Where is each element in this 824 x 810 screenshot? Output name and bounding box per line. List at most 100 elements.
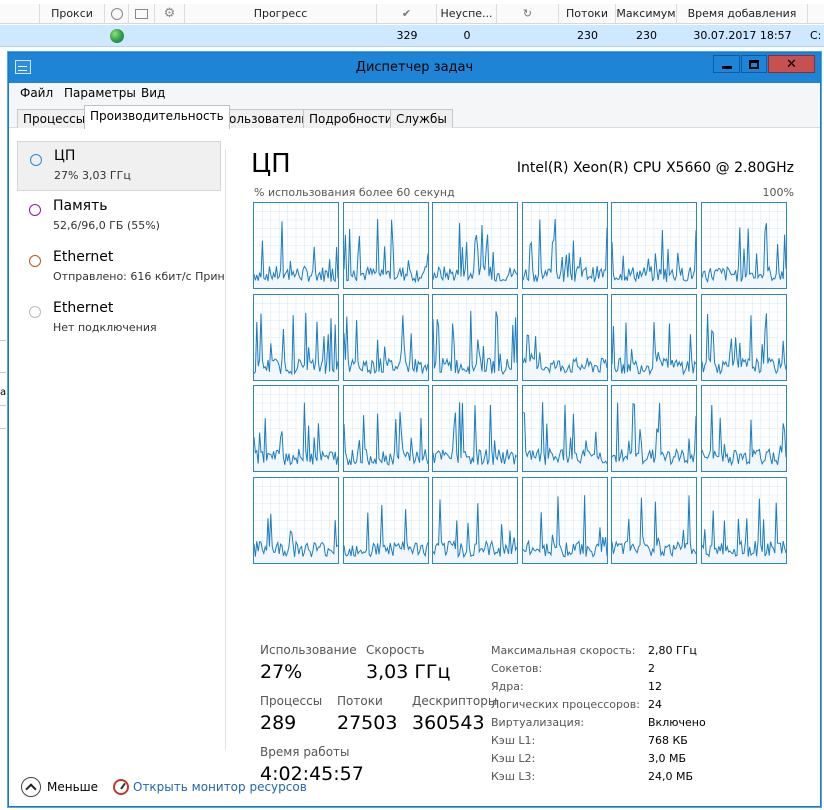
bg-divider — [0, 340, 6, 341]
spec-value: Включено — [648, 716, 706, 729]
sidebar-item-subtitle: 52,6/96,0 ГБ (55%) — [53, 219, 160, 232]
spec-value: 2,80 ГГц — [648, 644, 697, 657]
sidebar-divider — [225, 149, 226, 750]
bg-col-failed[interactable]: Неуспе... — [437, 4, 497, 24]
title-bar[interactable]: Диспетчер задач ✕ — [9, 53, 820, 83]
sidebar-item-ethernet-2[interactable]: Ethernet Нет подключения — [17, 294, 221, 344]
sidebar-item-subtitle: 27% 3,03 ГГц — [54, 169, 131, 182]
cpu-core-graph — [342, 385, 429, 472]
uptime-label: Время работы — [260, 745, 350, 759]
footer: Меньше Открыть монитор ресурсов — [9, 763, 820, 807]
cpu-core-graph — [521, 385, 608, 472]
windows-icon — [135, 9, 148, 19]
bg-col-retry-icon[interactable]: ↻ — [497, 4, 559, 24]
cpu-core-graph — [700, 385, 787, 472]
gear-icon: ⚙ — [163, 6, 176, 21]
cpu-core-graph — [611, 202, 697, 289]
sidebar-item-cpu[interactable]: ЦП 27% 3,03 ГГц — [17, 141, 221, 191]
cpu-core-graph — [521, 202, 608, 289]
sidebar-item-ethernet-1[interactable]: Ethernet Отправлено: 616 кбит/с Приня — [17, 243, 224, 293]
bg-cell-success: 329 — [396, 29, 418, 42]
maximize-button[interactable] — [741, 55, 767, 73]
cpu-indicator-icon — [30, 154, 42, 166]
cpu-core-graph — [342, 202, 429, 289]
ethernet-indicator-icon — [29, 255, 41, 267]
background-table-row[interactable]: 329 0 230 230 30.07.2017 18:57 C: — [0, 25, 824, 47]
spec-label: Максимальная скорость: — [491, 644, 636, 657]
sidebar-item-title: Ethernet — [53, 300, 114, 316]
memory-indicator-icon — [29, 204, 41, 216]
cpu-core-graph — [253, 476, 339, 564]
cpu-core-graph — [700, 202, 787, 289]
spec-label: Сокетов: — [491, 662, 543, 675]
bg-divider — [0, 405, 6, 406]
cpu-core-graph — [432, 293, 518, 381]
minimize-button[interactable] — [713, 55, 740, 73]
maximize-icon — [749, 59, 759, 69]
sidebar-item-memory[interactable]: Память 52,6/96,0 ГБ (55%) — [17, 192, 221, 242]
menu-file[interactable]: Файл — [20, 86, 53, 100]
fewer-details-button[interactable]: Меньше — [47, 780, 98, 794]
bg-header-spacer — [0, 4, 40, 24]
bg-divider — [0, 428, 6, 429]
spec-label: Виртуализация: — [491, 716, 585, 729]
menu-bar: Файл Параметры Вид — [9, 83, 820, 103]
bg-col-threads[interactable]: Потоки — [559, 4, 616, 24]
window-title: Диспетчер задач — [355, 60, 474, 75]
cpu-core-graph — [253, 385, 339, 472]
tab-details[interactable]: Подробности — [303, 109, 399, 128]
cpu-core-graph — [611, 476, 697, 564]
threads-value: 27503 — [337, 712, 398, 734]
cpu-core-graph — [700, 476, 787, 564]
usage-label: Использование — [260, 643, 357, 657]
page-title: ЦП — [251, 149, 291, 179]
sidebar-item-title: ЦП — [54, 148, 76, 164]
resource-monitor-icon[interactable] — [113, 779, 129, 795]
globe-icon — [110, 29, 124, 43]
usage-value: 27% — [260, 661, 303, 683]
bg-cell-failed: 0 — [463, 29, 471, 42]
spec-label: Кэш L1: — [491, 734, 536, 747]
spec-value: 24 — [648, 698, 662, 711]
spec-label: Логических процессоров: — [491, 698, 640, 711]
bg-col-globe-icon[interactable] — [105, 4, 129, 24]
minimize-icon — [721, 65, 732, 69]
open-resource-monitor-link[interactable]: Открыть монитор ресурсов — [133, 780, 307, 794]
cpu-core-graph — [253, 293, 339, 381]
threads-label: Потоки — [337, 694, 383, 708]
bg-cell-extra: C: — [810, 29, 822, 42]
cpu-core-graph — [611, 385, 697, 472]
processes-label: Процессы — [260, 694, 323, 708]
bg-cell-threads: 230 — [577, 29, 598, 42]
handles-value: 360543 — [412, 712, 485, 734]
sidebar-item-subtitle: Отправлено: 616 кбит/с Приня — [53, 270, 224, 283]
close-button[interactable]: ✕ — [768, 55, 815, 73]
bg-col-success-icon[interactable]: ✔ — [377, 4, 437, 24]
bg-edge-fragment: а — [0, 387, 7, 398]
graph-caption: % использования более 60 секунд — [254, 186, 455, 199]
bg-col-windows-icon[interactable] — [129, 4, 155, 24]
sidebar-item-title: Ethernet — [53, 249, 114, 265]
menu-view[interactable]: Вид — [141, 86, 165, 100]
bg-col-added[interactable]: Время добавления — [677, 4, 808, 24]
cpu-core-graph — [700, 293, 787, 381]
sidebar-item-subtitle: Нет подключения — [53, 321, 157, 334]
cpu-core-graph — [432, 476, 518, 564]
bg-col-max[interactable]: Максимум — [616, 4, 677, 24]
ethernet-indicator-icon — [29, 306, 41, 318]
tab-bar: Процессы Производительность Пользователи… — [9, 103, 820, 129]
tab-services[interactable]: Службы — [390, 109, 453, 128]
bg-col-progress[interactable]: Прогресс — [185, 4, 377, 24]
cpu-core-graphs — [253, 202, 790, 564]
fewer-details-icon[interactable] — [21, 777, 41, 797]
tab-processes[interactable]: Процессы — [17, 109, 92, 128]
cpu-core-graph — [342, 293, 429, 381]
bg-col-proxy[interactable]: Прокси — [40, 4, 105, 24]
globe-outline-icon — [110, 8, 123, 20]
tab-performance[interactable]: Производительность — [84, 105, 230, 129]
bg-divider — [0, 372, 6, 373]
cpu-core-graph — [432, 385, 518, 472]
bg-col-gear-icon[interactable]: ⚙ — [155, 4, 185, 24]
performance-sidebar: ЦП 27% 3,03 ГГц Память 52,6/96,0 ГБ (55%… — [9, 129, 224, 729]
menu-options[interactable]: Параметры — [64, 86, 136, 100]
